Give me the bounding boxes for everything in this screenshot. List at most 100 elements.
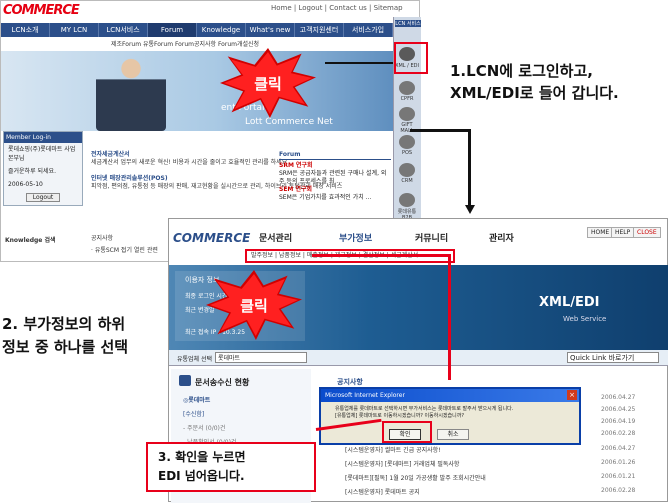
member-name: 롯데쇼핑(주)롯데마트 사업본부님 — [8, 146, 76, 162]
notice-date: 2006.04.27 — [601, 445, 636, 452]
businessman-image — [96, 51, 166, 131]
notice-item[interactable]: · 유통SCM 접기 열린 관련 — [91, 245, 158, 254]
notice-title: 공지사항 — [337, 378, 363, 386]
member-login-box: Member Log-in 롯데쇼핑(주)롯데마트 사업본부님 즐거운하루 되세… — [3, 131, 83, 206]
forum-title: Forum — [279, 151, 391, 160]
pos-icon[interactable] — [399, 135, 415, 149]
forum-item-title[interactable]: SEM 연구회 — [279, 186, 391, 194]
service-desc: 세금계산서 업무의 새로운 혁신! 비용과 시간을 줄이고 효율적인 관리를 하… — [91, 159, 288, 166]
notice-date: 2006.02.28 — [601, 487, 636, 494]
web-service-caption: Web Service — [563, 315, 607, 323]
sidebar-title: LCN 서비스 — [395, 20, 421, 27]
tab-additional-info[interactable]: 부가정보 — [339, 231, 372, 244]
step3-label: 3. 확인을 누르면 EDI 넘어옵니다. — [146, 442, 316, 492]
tab-community[interactable]: 커뮤니티 — [415, 231, 448, 244]
notice-date: 2006.04.27 — [601, 394, 636, 401]
notice-item[interactable]: [시스템운영자] 롯데마트 공지 — [345, 487, 420, 496]
tab-admin[interactable]: 관리자 — [489, 231, 514, 244]
click-label: 클릭 — [240, 296, 268, 315]
dialog-title: Microsoft Internet Explorer — [321, 389, 579, 402]
close-button[interactable]: CLOSE — [633, 227, 661, 238]
home-button[interactable]: HOME — [587, 227, 614, 238]
connector-line — [468, 129, 471, 207]
connector-line — [410, 129, 470, 132]
cpfr-label[interactable]: CPFR — [394, 96, 420, 102]
step3-line: 3. 확인을 누르면 — [158, 450, 246, 464]
step1-label: 1.LCN에 로그인하고, XML/EDI로 들어 갑니다. — [450, 60, 619, 104]
click-label: 클릭 — [254, 74, 282, 93]
retailer-label: 유통업체 선택 — [177, 356, 213, 363]
notice-label: 공지사항 — [91, 235, 114, 242]
dialog-message-line: [유통업체] 롯데마트로 이동하시겠습니까? 이동하시겠습니까? — [335, 413, 464, 419]
nav-item[interactable]: 서비스가입 — [344, 23, 393, 37]
gift-mall-label[interactable]: GIFT MALL — [394, 122, 420, 134]
ok-highlight — [382, 421, 432, 443]
tab-documents[interactable]: 문서관리 — [259, 231, 292, 244]
connector-line — [448, 254, 451, 380]
notice-item[interactable]: [시스템운영자] [롯데마트] 거래업체 필독사항 — [345, 459, 459, 468]
retailer-select[interactable]: 롯데마트 — [215, 352, 307, 363]
sub-nav[interactable]: 제조Forum 유통Forum Forum공지사항 Forum개설신청 — [111, 39, 259, 48]
doc-status-item[interactable]: - 주문서 (0/0)건 — [183, 423, 225, 432]
cpfr-icon[interactable] — [399, 81, 415, 95]
doc-status-title: 문서송수신 현황 — [195, 378, 250, 387]
nav-item[interactable]: LCN소개 — [1, 23, 50, 37]
top-links[interactable]: Home | Logout | Contact us | Sitemap — [271, 4, 403, 12]
dialog-message-line: 유통업체를 롯데마트로 선택하시면 부가서비스는 롯데마트로 발주서 받으시게 … — [335, 406, 514, 412]
nav-item[interactable]: Knowledge — [197, 23, 246, 37]
pos-label[interactable]: POS — [394, 150, 420, 156]
main-nav: LCN소개 MY LCN LCN서비스 Forum Knowledge What… — [1, 23, 393, 37]
xml-edi-highlight — [394, 42, 428, 74]
notice-date: 2006.04.19 — [601, 418, 636, 425]
confirm-dialog: Microsoft Internet Explorer × 유통업체를 롯데마트… — [319, 387, 581, 445]
nav-item[interactable]: MY LCN — [50, 23, 99, 37]
user-info-line: 최종 로그인 시간 — [185, 293, 228, 300]
member-date: 2006-05-10 — [8, 181, 43, 188]
step2-label: 2. 부가정보의 하위 정보 중 하나를 선택 — [2, 313, 128, 359]
notice-date: 2006.02.28 — [601, 430, 636, 437]
step2-line: 정보 중 하나를 선택 — [2, 338, 129, 356]
arrow-down-icon — [465, 205, 475, 214]
lcn-logo: COMMERCE — [3, 3, 80, 18]
service-title[interactable]: 전자세금계산서 — [91, 151, 130, 158]
notice-date: 2006.01.26 — [601, 459, 636, 466]
logout-button[interactable]: Logout — [26, 193, 60, 202]
crm-icon[interactable] — [399, 163, 415, 177]
cancel-button[interactable]: 취소 — [437, 429, 469, 440]
user-info-title: 이용자 정보 — [185, 276, 220, 284]
service-title[interactable]: 인터넷 매장관리솔루션(POS) — [91, 175, 168, 182]
gift-mall-icon[interactable] — [399, 107, 415, 121]
doc-status-item[interactable]: [수신함] — [183, 409, 204, 418]
nav-item[interactable]: 고객지원센터 — [295, 23, 344, 37]
step3-line: EDI 넘어옵니다. — [158, 469, 245, 483]
forum-box: Forum SRM 연구회 SRM은 공급자들과 관련된 구매나 설계, 외주 … — [279, 151, 391, 202]
notice-date: 2006.04.25 — [601, 406, 636, 413]
step2-line: 2. 부가정보의 하위 — [2, 315, 126, 333]
commerce-net-caption: Lott Commerce Net — [245, 117, 333, 127]
nav-item[interactable]: Forum — [148, 23, 197, 37]
notice-date: 2006.01.21 — [601, 473, 636, 480]
xml-edi-title: XML/EDI — [539, 295, 600, 310]
edi-logo: COMMERCE — [173, 231, 251, 245]
step1-line: 1.LCN에 로그인하고, — [450, 62, 593, 80]
b2b-icon[interactable] — [399, 193, 415, 207]
forum-item-title[interactable]: SRM 연구회 — [279, 162, 391, 170]
help-button[interactable]: HELP — [611, 227, 635, 238]
forum-item-desc: SEM은 기업가치를 효과적인 가치 ... — [279, 194, 372, 201]
dialog-message: 유통업체를 롯데마트로 선택하시면 부가서비스는 롯데마트로 발주서 받으시게 … — [335, 406, 513, 420]
user-info-line: 최근 접속 IP : 10.3.25 — [185, 329, 246, 336]
crm-label[interactable]: CRM — [394, 178, 420, 184]
member-login-title: Member Log-in — [4, 132, 82, 143]
doc-status-item[interactable]: ◎롯데마트 — [183, 395, 210, 404]
dialog-close-icon[interactable]: × — [567, 390, 577, 400]
notice-item[interactable]: [시스템운영자] 썰마트 긴급 공지사항! — [345, 445, 441, 454]
member-greeting: 즐거운하루 되세요. — [8, 168, 56, 175]
nav-item[interactable]: LCN서비스 — [99, 23, 148, 37]
retailer-select-bar: 유통업체 선택 롯데마트 Quick Link 바로가기 — [169, 350, 668, 366]
camera-icon — [179, 375, 191, 386]
notice-item[interactable]: [롯데마트][필독] 1월 20일 가공생활 발주 조회시간안내 — [345, 473, 486, 482]
step1-line: XML/EDI로 들어 갑니다. — [450, 84, 619, 102]
nav-item[interactable]: What's new — [246, 23, 295, 37]
quick-link-select[interactable]: Quick Link 바로가기 — [567, 352, 659, 363]
knowledge-search-label: Knowledge 검색 — [5, 237, 56, 244]
